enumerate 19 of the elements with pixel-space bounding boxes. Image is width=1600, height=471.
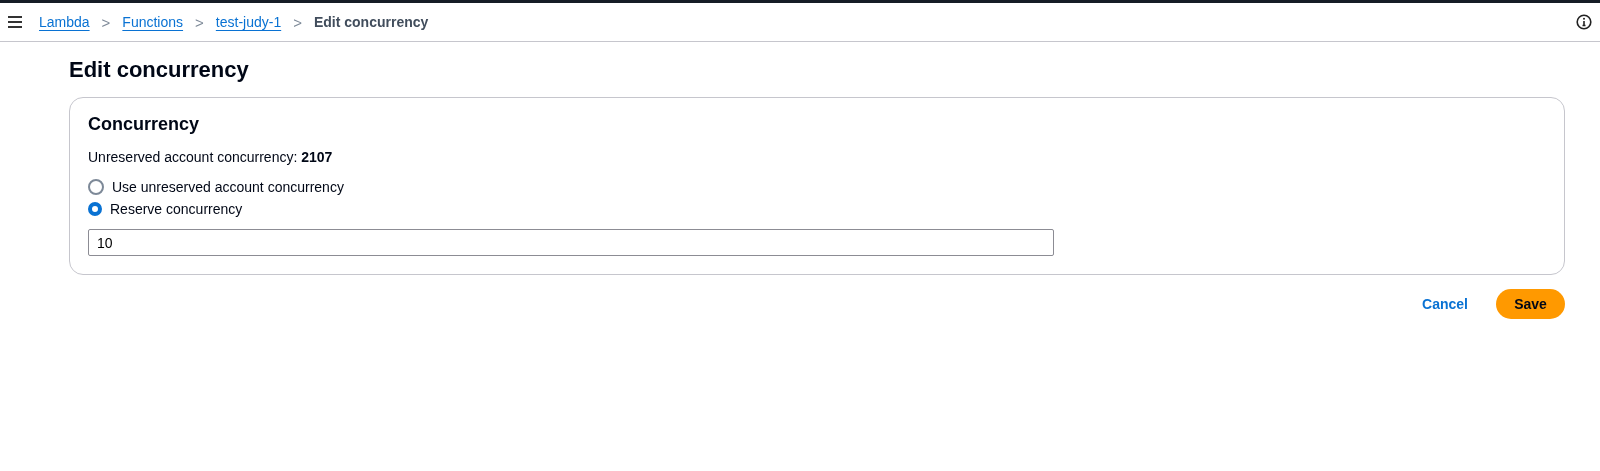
menu-icon[interactable] <box>8 16 22 28</box>
unreserved-concurrency-text: Unreserved account concurrency: 2107 <box>88 149 334 165</box>
radio-button[interactable] <box>88 202 102 216</box>
breadcrumb-link[interactable]: test-judy-1 <box>215 14 282 30</box>
page-title: Edit concurrency <box>69 57 250 83</box>
cancel-button[interactable]: Cancel <box>1422 296 1468 312</box>
radio-label[interactable]: Reserve concurrency <box>110 201 243 217</box>
concurrency-input[interactable]: 10 <box>88 229 1054 256</box>
breadcrumb-link[interactable]: Functions <box>122 14 184 30</box>
breadcrumb-separator: > <box>293 13 302 31</box>
breadcrumb-current: Edit concurrency <box>313 14 429 30</box>
panel-title: Concurrency <box>88 114 201 135</box>
save-button[interactable]: Save <box>1496 289 1565 319</box>
breadcrumb-link[interactable]: Lambda <box>39 14 90 30</box>
breadcrumb-separator: > <box>101 13 111 31</box>
radio-button[interactable] <box>88 179 104 195</box>
radio-label[interactable]: Use unreserved account concurrency <box>112 179 344 195</box>
info-icon[interactable] <box>1576 14 1592 30</box>
breadcrumb-separator: > <box>195 13 204 31</box>
